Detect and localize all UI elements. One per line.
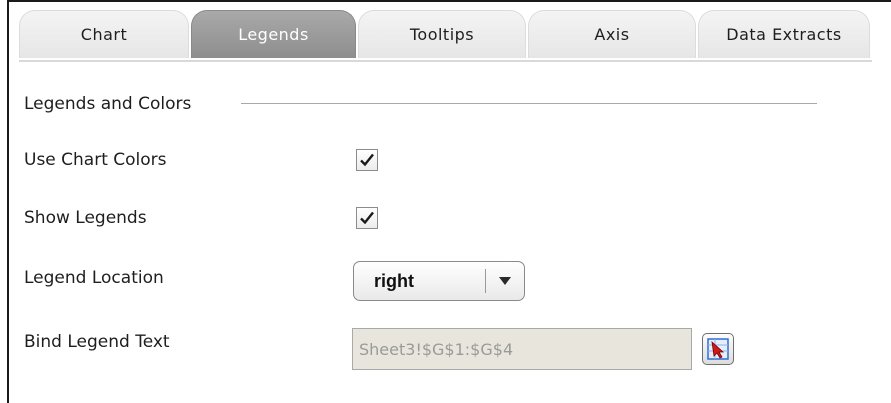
chevron-down-icon (486, 277, 524, 285)
tab-legends[interactable]: Legends (191, 10, 356, 58)
legend-location-dropdown[interactable]: right (353, 261, 525, 301)
tab-data-extracts-label: Data Extracts (726, 25, 842, 44)
bind-legend-text-label: Bind Legend Text (24, 332, 170, 352)
range-select-button[interactable] (702, 333, 734, 365)
show-legends-label: Show Legends (24, 208, 147, 228)
use-chart-colors-checkbox[interactable] (356, 149, 378, 171)
tab-data-extracts[interactable]: Data Extracts (698, 10, 870, 58)
checkmark-icon (360, 211, 374, 225)
section-title: Legends and Colors (24, 94, 192, 114)
tab-chart[interactable]: Chart (19, 10, 189, 58)
properties-panel: Chart Legends Tooltips Axis Data Extract… (7, 0, 891, 403)
checkmark-icon (360, 153, 374, 167)
tab-axis-label: Axis (594, 25, 630, 44)
tab-chart-label: Chart (80, 25, 128, 44)
show-legends-checkbox[interactable] (356, 207, 378, 229)
bind-legend-text-input[interactable]: Sheet3!$G$1:$G$4 (352, 328, 692, 370)
tab-tooltips-label: Tooltips (409, 25, 475, 44)
tab-axis[interactable]: Axis (528, 10, 696, 58)
tab-bar: Chart Legends Tooltips Axis Data Extract… (19, 10, 872, 62)
range-select-icon (707, 338, 729, 360)
tab-legends-label: Legends (238, 25, 309, 44)
tab-tooltips[interactable]: Tooltips (358, 10, 526, 58)
legend-location-label: Legend Location (24, 268, 164, 288)
legend-location-value: right (374, 270, 414, 291)
use-chart-colors-label: Use Chart Colors (24, 150, 167, 170)
section-divider (241, 103, 817, 104)
